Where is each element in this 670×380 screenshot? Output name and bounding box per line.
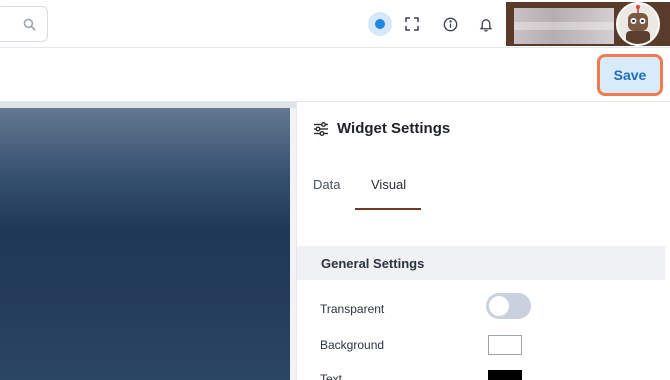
top-header <box>0 0 670 48</box>
widget-preview[interactable] <box>0 108 290 380</box>
transparent-toggle[interactable] <box>486 293 531 319</box>
fullscreen-icon <box>405 17 419 31</box>
robot-avatar-image <box>618 4 658 44</box>
section-general-settings[interactable]: General Settings <box>297 246 665 280</box>
status-indicator[interactable] <box>368 12 392 36</box>
transparent-label: Transparent <box>320 302 385 316</box>
text-color-swatch[interactable] <box>488 370 522 380</box>
sliders-icon <box>314 121 328 136</box>
background-label: Background <box>320 338 385 352</box>
status-dot <box>375 19 385 29</box>
panel-title: Widget Settings <box>337 120 451 137</box>
avatar[interactable] <box>616 2 660 46</box>
user-name-redacted <box>514 8 614 44</box>
fullscreen-button[interactable] <box>400 12 424 36</box>
action-bar <box>0 48 670 102</box>
tab-visual[interactable]: Visual <box>371 177 406 192</box>
search-icon <box>23 18 36 31</box>
panel-header: Widget Settings <box>313 120 450 137</box>
tab-data[interactable]: Data <box>313 177 340 192</box>
section-title: General Settings <box>321 256 425 271</box>
notifications-button[interactable] <box>474 12 498 36</box>
widget-settings-panel: Widget Settings Data Visual General Sett… <box>296 102 670 380</box>
text-color-label: Text <box>320 372 343 380</box>
settings-tabs: Data Visual <box>297 168 670 210</box>
active-tab-indicator <box>355 208 421 210</box>
bell-icon <box>479 18 493 32</box>
search-box[interactable] <box>0 6 48 42</box>
info-icon <box>443 17 457 31</box>
info-button[interactable] <box>438 12 462 36</box>
background-color-swatch[interactable] <box>488 335 522 355</box>
save-button[interactable]: Save <box>597 54 663 96</box>
toggle-knob <box>489 296 509 316</box>
